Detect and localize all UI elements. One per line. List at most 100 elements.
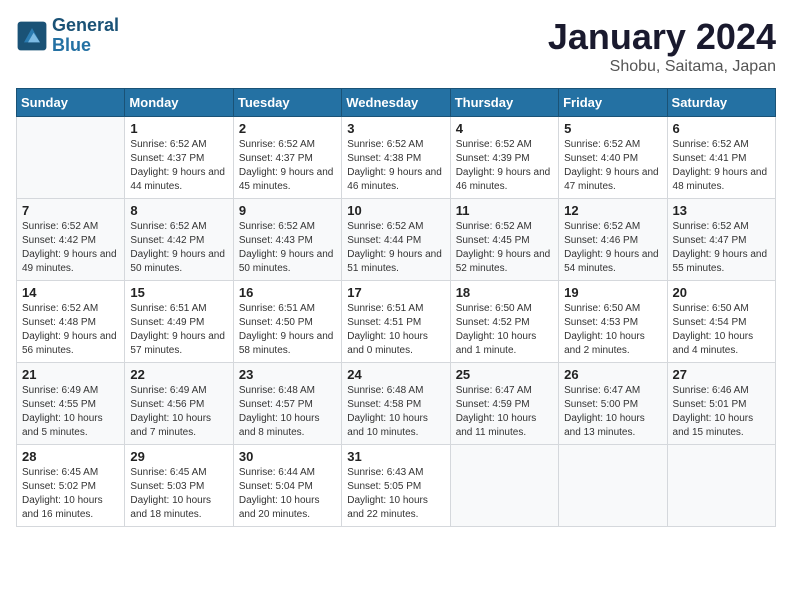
calendar-cell: 15Sunrise: 6:51 AMSunset: 4:49 PMDayligh… [125, 281, 233, 363]
location: Shobu, Saitama, Japan [548, 58, 776, 76]
calendar-cell: 3 Sunrise: 6:52 AMSunset: 4:38 PMDaylight… [342, 117, 450, 199]
calendar-cell: 23 Sunrise: 6:48 AMSunset: 4:57 PMDayligh… [233, 363, 341, 445]
day-number: 18 [456, 285, 553, 300]
day-number: 29 [130, 449, 227, 464]
calendar-cell: 18Sunrise: 6:50 AMSunset: 4:52 PMDayligh… [450, 281, 558, 363]
day-info: Sunrise: 6:52 AMSunset: 4:48 PMDaylight:… [22, 302, 119, 358]
day-number: 12 [564, 203, 661, 218]
title-block: January 2024 Shobu, Saitama, Japan [548, 16, 776, 76]
day-number: 17 [347, 285, 444, 300]
logo-text: General Blue [52, 16, 119, 56]
calendar-cell: 28Sunrise: 6:45 AMSunset: 5:02 PMDayligh… [17, 445, 125, 527]
calendar-cell: 14 Sunrise: 6:52 AMSunset: 4:48 PMDayligh… [17, 281, 125, 363]
day-info: Sunrise: 6:52 AMSunset: 4:45 PMDaylight:… [456, 220, 553, 276]
calendar-cell: 26Sunrise: 6:47 AMSunset: 5:00 PMDayligh… [559, 363, 667, 445]
day-info: Sunrise: 6:52 AMSunset: 4:39 PMDaylight:… [456, 138, 553, 194]
day-number: 6 [673, 121, 770, 136]
day-info: Sunrise: 6:50 AMSunset: 4:54 PMDaylight:… [673, 302, 770, 358]
calendar-cell [559, 445, 667, 527]
day-info: Sunrise: 6:44 AMSunset: 5:04 PMDaylight:… [239, 466, 336, 522]
day-info: Sunrise: 6:52 AMSunset: 4:41 PMDaylight:… [673, 138, 770, 194]
day-number: 14 [22, 285, 119, 300]
calendar-cell: 4 Sunrise: 6:52 AMSunset: 4:39 PMDaylight… [450, 117, 558, 199]
day-number: 11 [456, 203, 553, 218]
calendar-cell: 12 Sunrise: 6:52 AMSunset: 4:46 PMDayligh… [559, 199, 667, 281]
calendar-week-1: 1 Sunrise: 6:52 AMSunset: 4:37 PMDaylight… [17, 117, 776, 199]
logo-line1: General [52, 15, 119, 35]
day-info: Sunrise: 6:50 AMSunset: 4:53 PMDaylight:… [564, 302, 661, 358]
calendar-cell [667, 445, 775, 527]
calendar-cell: 24Sunrise: 6:48 AMSunset: 4:58 PMDayligh… [342, 363, 450, 445]
calendar-cell [17, 117, 125, 199]
day-info: Sunrise: 6:45 AMSunset: 5:03 PMDaylight:… [130, 466, 227, 522]
calendar-cell: 13 Sunrise: 6:52 AMSunset: 4:47 PMDayligh… [667, 199, 775, 281]
day-number: 5 [564, 121, 661, 136]
day-number: 2 [239, 121, 336, 136]
day-number: 15 [130, 285, 227, 300]
day-info: Sunrise: 6:46 AMSunset: 5:01 PMDaylight:… [673, 384, 770, 440]
day-info: Sunrise: 6:52 AMSunset: 4:43 PMDaylight:… [239, 220, 336, 276]
day-number: 9 [239, 203, 336, 218]
day-number: 20 [673, 285, 770, 300]
day-number: 27 [673, 367, 770, 382]
calendar-cell: 29 Sunrise: 6:45 AMSunset: 5:03 PMDayligh… [125, 445, 233, 527]
day-number: 13 [673, 203, 770, 218]
calendar-cell: 16 Sunrise: 6:51 AMSunset: 4:50 PMDayligh… [233, 281, 341, 363]
calendar-cell: 10 Sunrise: 6:52 AMSunset: 4:44 PMDayligh… [342, 199, 450, 281]
day-number: 8 [130, 203, 227, 218]
calendar-cell: 25Sunrise: 6:47 AMSunset: 4:59 PMDayligh… [450, 363, 558, 445]
day-number: 25 [456, 367, 553, 382]
calendar-week-3: 14 Sunrise: 6:52 AMSunset: 4:48 PMDayligh… [17, 281, 776, 363]
weekday-header-monday: Monday [125, 89, 233, 117]
day-info: Sunrise: 6:51 AMSunset: 4:50 PMDaylight:… [239, 302, 336, 358]
page-header: General Blue January 2024 Shobu, Saitama… [16, 16, 776, 76]
day-number: 23 [239, 367, 336, 382]
weekday-header-friday: Friday [559, 89, 667, 117]
calendar-cell: 27 Sunrise: 6:46 AMSunset: 5:01 PMDayligh… [667, 363, 775, 445]
weekday-header-wednesday: Wednesday [342, 89, 450, 117]
day-number: 21 [22, 367, 119, 382]
day-info: Sunrise: 6:52 AMSunset: 4:44 PMDaylight:… [347, 220, 444, 276]
calendar-cell: 30 Sunrise: 6:44 AMSunset: 5:04 PMDayligh… [233, 445, 341, 527]
day-info: Sunrise: 6:52 AMSunset: 4:42 PMDaylight:… [130, 220, 227, 276]
weekday-header-tuesday: Tuesday [233, 89, 341, 117]
weekday-header-saturday: Saturday [667, 89, 775, 117]
day-number: 24 [347, 367, 444, 382]
day-info: Sunrise: 6:49 AMSunset: 4:55 PMDaylight:… [22, 384, 119, 440]
calendar-cell: 17 Sunrise: 6:51 AMSunset: 4:51 PMDayligh… [342, 281, 450, 363]
day-info: Sunrise: 6:52 AMSunset: 4:37 PMDaylight:… [239, 138, 336, 194]
day-number: 30 [239, 449, 336, 464]
day-info: Sunrise: 6:52 AMSunset: 4:42 PMDaylight:… [22, 220, 119, 276]
calendar-cell: 2 Sunrise: 6:52 AMSunset: 4:37 PMDaylight… [233, 117, 341, 199]
calendar-week-4: 21 Sunrise: 6:49 AMSunset: 4:55 PMDayligh… [17, 363, 776, 445]
day-info: Sunrise: 6:45 AMSunset: 5:02 PMDaylight:… [22, 466, 119, 522]
calendar-cell: 8 Sunrise: 6:52 AMSunset: 4:42 PMDaylight… [125, 199, 233, 281]
day-number: 1 [130, 121, 227, 136]
logo: General Blue [16, 16, 119, 56]
calendar-week-5: 28Sunrise: 6:45 AMSunset: 5:02 PMDayligh… [17, 445, 776, 527]
day-info: Sunrise: 6:48 AMSunset: 4:57 PMDaylight:… [239, 384, 336, 440]
day-number: 16 [239, 285, 336, 300]
calendar-cell: 22Sunrise: 6:49 AMSunset: 4:56 PMDayligh… [125, 363, 233, 445]
day-info: Sunrise: 6:43 AMSunset: 5:05 PMDaylight:… [347, 466, 444, 522]
day-info: Sunrise: 6:51 AMSunset: 4:51 PMDaylight:… [347, 302, 444, 358]
calendar-cell [450, 445, 558, 527]
calendar-week-2: 7 Sunrise: 6:52 AMSunset: 4:42 PMDaylight… [17, 199, 776, 281]
calendar-cell: 7 Sunrise: 6:52 AMSunset: 4:42 PMDaylight… [17, 199, 125, 281]
logo-icon [16, 20, 48, 52]
day-info: Sunrise: 6:52 AMSunset: 4:46 PMDaylight:… [564, 220, 661, 276]
calendar-cell: 5Sunrise: 6:52 AMSunset: 4:40 PMDaylight… [559, 117, 667, 199]
calendar-cell: 20 Sunrise: 6:50 AMSunset: 4:54 PMDayligh… [667, 281, 775, 363]
day-info: Sunrise: 6:52 AMSunset: 4:47 PMDaylight:… [673, 220, 770, 276]
day-info: Sunrise: 6:52 AMSunset: 4:38 PMDaylight:… [347, 138, 444, 194]
day-number: 7 [22, 203, 119, 218]
day-info: Sunrise: 6:47 AMSunset: 5:00 PMDaylight:… [564, 384, 661, 440]
calendar-table: SundayMondayTuesdayWednesdayThursdayFrid… [16, 88, 776, 527]
day-number: 3 [347, 121, 444, 136]
day-number: 4 [456, 121, 553, 136]
calendar-cell: 1Sunrise: 6:52 AMSunset: 4:37 PMDaylight… [125, 117, 233, 199]
day-number: 10 [347, 203, 444, 218]
day-number: 31 [347, 449, 444, 464]
calendar-cell: 21 Sunrise: 6:49 AMSunset: 4:55 PMDayligh… [17, 363, 125, 445]
weekday-header-row: SundayMondayTuesdayWednesdayThursdayFrid… [17, 89, 776, 117]
